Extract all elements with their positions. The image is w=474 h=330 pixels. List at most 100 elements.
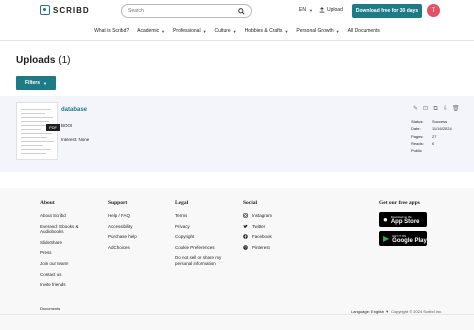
footer-link[interactable]: Purchase help [108, 234, 168, 240]
logo-text: SCRIBD [53, 5, 90, 15]
stat-label: Date: [411, 126, 421, 132]
nav-item-hobbies-crafts[interactable]: Hobbies & Crafts ▼ [245, 28, 289, 34]
page-title: Uploads (1) [16, 55, 70, 66]
nav-item-label: Hobbies & Crafts [244, 28, 283, 34]
footer-link[interactable]: Press [40, 250, 100, 256]
search-box[interactable] [121, 4, 252, 18]
stat-label: Status: [411, 119, 424, 124]
footer-link[interactable]: Everand: Ebooks & Audiobooks [40, 224, 90, 235]
stat-value: Success [432, 119, 448, 124]
footer-social-column: Social Instagram Twitter Facebook Pinter… [243, 200, 303, 255]
footer-heading: Get our free apps [379, 200, 420, 206]
search-input[interactable] [128, 8, 236, 14]
social-link-twitter[interactable]: Twitter [243, 224, 303, 230]
language-selector[interactable]: EN ▼ [299, 7, 313, 13]
chevron-down-icon: ▼ [161, 28, 166, 34]
document-thumbnail[interactable] [16, 102, 58, 160]
stat-label: Reads: [411, 140, 424, 146]
page-title-text: Uploads [16, 55, 56, 66]
stat-value: 11/16/2024 [432, 126, 452, 132]
footer-link[interactable]: Copyright [175, 234, 231, 240]
stat-label: Public [411, 148, 422, 154]
pdf-badge: PDF [46, 124, 60, 131]
footer-heading: About [40, 200, 55, 206]
footer-link[interactable]: Accessibility [108, 224, 168, 230]
stat-value: 27 [432, 133, 437, 139]
nav-item-professional[interactable]: Professional ▼ [173, 28, 206, 34]
social-link-facebook[interactable]: Facebook [243, 234, 303, 240]
delete-icon[interactable]: 🗑 [452, 106, 460, 113]
footer-link[interactable]: Privacy [175, 224, 231, 230]
footer-link[interactable]: Invite friends [40, 282, 100, 288]
footer-link[interactable]: AdChoices [108, 245, 168, 251]
stat-value: 0 [432, 140, 435, 146]
upload-icon [319, 7, 325, 13]
social-link-pinterest[interactable]: Pinterest [243, 245, 303, 251]
social-label: Instagram [252, 213, 273, 218]
nav-item-culture[interactable]: Culture ▼ [215, 28, 237, 34]
google-play-icon: ▶ [383, 234, 390, 243]
facebook-icon [243, 234, 248, 240]
footer-support-column: Support Help / FAQ Accessibility Purchas… [108, 200, 168, 255]
stat-row-date: Date: 11/16/2024 [411, 125, 452, 132]
search-icon[interactable] [238, 8, 245, 15]
nav-item-what-is-scribd[interactable]: What is Scribd? [94, 28, 129, 34]
edit-icon[interactable]: ✎ [412, 106, 419, 113]
nav-item-label: All Documents [347, 28, 380, 34]
footer-documents-link[interactable]: Documents [40, 306, 60, 311]
footer-heading: Legal [175, 200, 189, 206]
nav-item-academic[interactable]: Academic ▼ [137, 28, 165, 34]
store-badge-main: App Store [390, 218, 420, 225]
upload-button[interactable]: Upload [319, 7, 343, 13]
footer-legal-column: Legal Terms Privacy Copyright Cookie Pre… [175, 200, 231, 272]
footer-link[interactable]: Terms [175, 213, 231, 219]
filters-button[interactable]: Filters ▼ [16, 76, 56, 90]
twitter-icon [243, 224, 248, 228]
chevron-down-icon: ▼ [308, 7, 313, 13]
chevron-down-icon: ▼ [202, 28, 207, 34]
document-stats: Status: Success Date: 11/16/2024 Pages: … [411, 118, 452, 154]
social-label: Twitter [252, 223, 266, 229]
category-nav: What is Scribd? Academic ▼ Professional … [0, 22, 474, 41]
avatar[interactable]: T [427, 4, 440, 17]
app-store-badge[interactable]: ● Download on the App Store [379, 212, 427, 227]
footer-link[interactable]: Do not sell or share my personal informa… [175, 255, 231, 266]
download-free-button[interactable]: Download free for 30 days [352, 4, 422, 18]
footer-divider [0, 314, 474, 315]
upload-count: (1) [58, 55, 71, 66]
nav-item-personal-growth[interactable]: Personal Growth ▼ [296, 28, 339, 34]
footer-link[interactable]: SlideShare [40, 240, 100, 246]
document-actions: ✎ ⊡ ⧉ ⇩ 🗑 [412, 106, 460, 113]
document-author[interactable]: BOOI [61, 123, 72, 128]
footer-link[interactable]: Join our team! [40, 261, 100, 267]
nav-item-label: Professional [173, 28, 201, 34]
nav-item-label: Culture [214, 28, 231, 34]
footer-link[interactable]: Help / FAQ [108, 213, 168, 219]
document-interest: Interest: None [61, 137, 90, 142]
nav-item-label: Academic [137, 28, 160, 34]
apple-icon: ● [383, 215, 388, 224]
footer-link[interactable]: Cookie Preferences [175, 245, 231, 251]
download-icon[interactable]: ⇩ [442, 106, 449, 113]
language-label: EN [299, 7, 306, 13]
social-label: Facebook [252, 234, 272, 240]
embed-icon[interactable]: ⧉ [432, 106, 439, 113]
logo-mark-icon [40, 5, 50, 15]
footer-language-selector[interactable]: Language: English ▼ [351, 309, 389, 314]
footer-link[interactable]: Contact us [40, 272, 100, 278]
scribd-logo[interactable]: SCRIBD [40, 5, 90, 15]
social-link-instagram[interactable]: Instagram [243, 213, 303, 219]
footer-about-column: About About Scribd Everand: Ebooks & Aud… [40, 200, 100, 293]
nav-item-label: Personal Growth [296, 28, 334, 34]
instagram-icon [243, 213, 248, 219]
chevron-down-icon: ▼ [43, 80, 47, 86]
nav-item-all-documents[interactable]: All Documents [348, 28, 380, 34]
chevron-down-icon: ▼ [232, 28, 237, 34]
document-title-link[interactable]: database [61, 107, 87, 113]
google-play-badge[interactable]: ▶ GET IT ON Google Play [379, 231, 427, 246]
bookmark-icon[interactable]: ⊡ [422, 106, 429, 113]
chevron-down-icon: ▼ [284, 28, 289, 34]
stat-row-status: Status: Success [411, 118, 452, 125]
stat-row-visibility: Public [411, 147, 452, 154]
footer-link[interactable]: About Scribd [40, 213, 100, 219]
